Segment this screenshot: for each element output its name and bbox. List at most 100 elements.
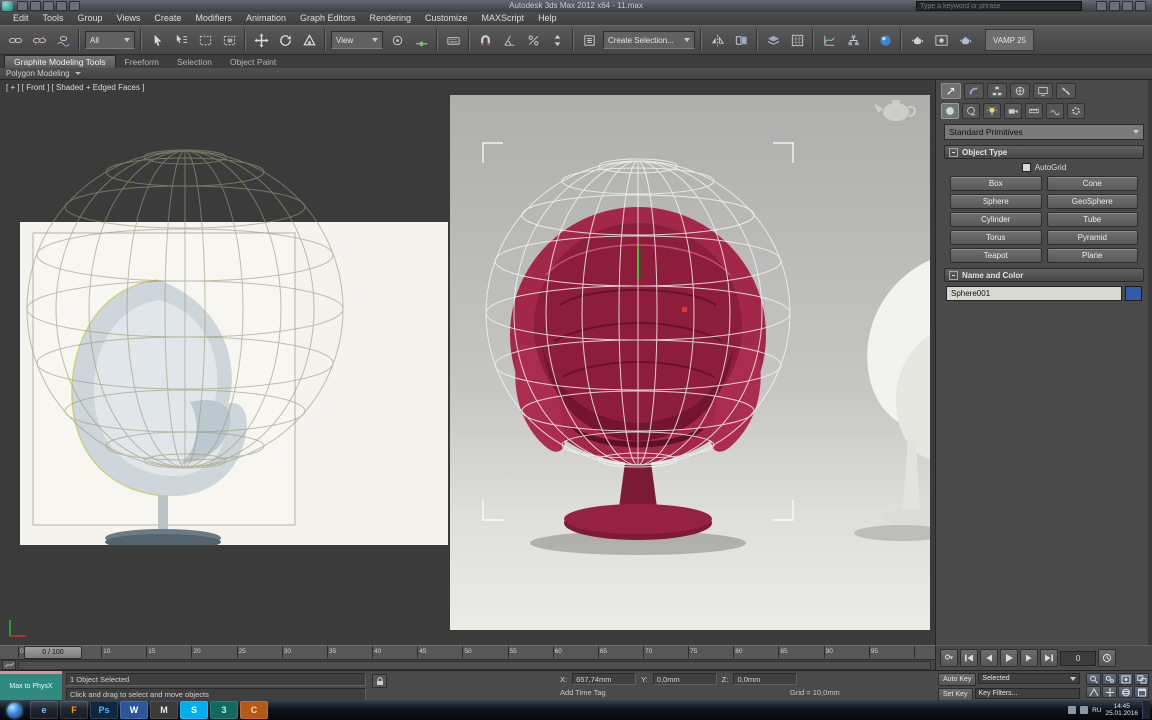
spinner-snap-icon[interactable] [546,29,568,51]
helpers-category-icon[interactable] [1025,103,1043,119]
angle-snap-icon[interactable] [498,29,520,51]
zoom-extents-icon[interactable] [1118,673,1133,685]
ribbon-panel-polygon-modeling[interactable]: Polygon Modeling [0,68,1152,80]
go-to-start-button[interactable] [960,649,978,667]
layer-manager-icon[interactable] [762,29,784,51]
menu-edit[interactable]: Edit [6,12,36,25]
select-and-manipulate-icon[interactable] [410,29,432,51]
named-selection-dropdown[interactable]: Create Selection... [603,31,695,49]
reference-coordinate-dropdown[interactable]: View [331,31,383,49]
zoom-extents-all-icon[interactable] [1134,673,1149,685]
menu-rendering[interactable]: Rendering [363,12,419,25]
taskbar-app-word[interactable]: W [120,701,148,719]
x-coordinate-field[interactable]: 657,74mm [572,673,637,685]
box-button[interactable]: Box [950,176,1042,191]
utilities-tab-icon[interactable] [1056,83,1076,99]
select-and-scale-icon[interactable] [298,29,320,51]
primitives-category-dropdown[interactable]: Standard Primitives [944,124,1144,140]
shapes-category-icon[interactable] [962,103,980,119]
plane-button[interactable]: Plane [1046,248,1138,263]
named-selection-sets-icon[interactable] [578,29,600,51]
taskbar-app-browser[interactable]: e [30,701,58,719]
y-coordinate-field[interactable]: 0,0mm [652,673,717,685]
current-frame-field[interactable]: 0 [1060,650,1096,666]
snaps-toggle-icon[interactable] [474,29,496,51]
start-button[interactable] [7,702,22,718]
app-logo-icon[interactable] [2,1,13,11]
taskbar-app-firefox[interactable]: F [60,701,88,719]
orbit-icon[interactable] [1118,686,1133,698]
object-name-field[interactable]: Sphere001 [946,286,1122,301]
infocenter-search-input[interactable] [916,1,1082,11]
taskbar-app-photoshop[interactable]: Ps [90,701,118,719]
tab-object-paint[interactable]: Object Paint [221,56,285,68]
percent-snap-icon[interactable] [522,29,544,51]
play-button[interactable] [1000,649,1018,667]
add-time-tag[interactable]: Add Time Tag [560,688,606,697]
new-file-icon[interactable] [17,1,28,11]
render-production-icon[interactable] [954,29,976,51]
tray-volume-icon[interactable] [1068,706,1077,714]
geosphere-button[interactable]: GeoSphere [1046,194,1138,209]
display-tab-icon[interactable] [1033,83,1053,99]
taskbar-app-3dsmax[interactable]: 3 [210,701,238,719]
tab-freeform[interactable]: Freeform [116,56,168,68]
menu-tools[interactable]: Tools [36,12,71,25]
open-file-icon[interactable] [30,1,41,11]
menu-modifiers[interactable]: Modifiers [188,12,239,25]
key-mode-dropdown[interactable]: Selected [978,673,1080,684]
object-color-swatch[interactable] [1125,286,1142,301]
menu-create[interactable]: Create [147,12,188,25]
help-icon[interactable] [1135,1,1146,11]
field-of-view-icon[interactable] [1086,686,1101,698]
taskbar-app-skype[interactable]: S [180,701,208,719]
command-panel-scrollbar[interactable] [1148,80,1152,645]
use-pivot-center-icon[interactable] [386,29,408,51]
systems-category-icon[interactable] [1067,103,1085,119]
cylinder-button[interactable]: Cylinder [950,212,1042,227]
keyboard-override-icon[interactable] [442,29,464,51]
viewport-label[interactable]: [ + ] [ Front ] [ Shaded + Edged Faces ] [6,83,144,92]
menu-views[interactable]: Views [110,12,148,25]
tray-network-icon[interactable] [1080,706,1089,714]
cone-button[interactable]: Cone [1046,176,1138,191]
hierarchy-tab-icon[interactable] [987,83,1007,99]
unlink-selection-icon[interactable] [28,29,50,51]
show-desktop-button[interactable] [1142,701,1150,719]
maximize-viewport-icon[interactable] [1134,686,1149,698]
mini-curve-editor-button[interactable] [2,660,16,670]
search-icon[interactable] [1096,1,1107,11]
select-by-name-icon[interactable] [170,29,192,51]
select-and-move-icon[interactable] [250,29,272,51]
autogrid-checkbox[interactable] [1021,163,1031,172]
language-indicator[interactable]: RU [1092,707,1101,714]
key-filters-button[interactable]: Key Filters... [974,688,1080,699]
torus-button[interactable]: Torus [950,230,1042,245]
menu-customize[interactable]: Customize [418,12,475,25]
time-slider-handle[interactable]: 0 / 100 [24,646,82,659]
modify-tab-icon[interactable] [964,83,984,99]
go-to-end-button[interactable] [1040,649,1058,667]
select-and-link-icon[interactable] [4,29,26,51]
next-frame-button[interactable] [1020,649,1038,667]
geometry-category-icon[interactable] [941,103,959,119]
material-editor-icon[interactable] [874,29,896,51]
tab-graphite-modeling-tools[interactable]: Graphite Modeling Tools [4,55,116,68]
cameras-category-icon[interactable] [1004,103,1022,119]
selection-filter-dropdown[interactable]: All [85,31,135,49]
rendered-frame-window-icon[interactable] [930,29,952,51]
menu-maxscript[interactable]: MAXScript [475,12,532,25]
curve-editor-icon[interactable] [818,29,840,51]
toolbar-plugin-label[interactable]: VAMP 25 [985,29,1035,51]
align-icon[interactable] [730,29,752,51]
select-object-icon[interactable] [146,29,168,51]
bind-to-spacewarp-icon[interactable] [52,29,74,51]
menu-animation[interactable]: Animation [239,12,293,25]
graphite-toggle-icon[interactable] [786,29,808,51]
spacewarps-category-icon[interactable] [1046,103,1064,119]
taskbar-clock[interactable]: 14:45 25.01.2016 [1105,703,1138,718]
zoom-icon[interactable] [1086,673,1101,685]
menu-graph-editors[interactable]: Graph Editors [293,12,363,25]
pyramid-button[interactable]: Pyramid [1046,230,1138,245]
tab-selection[interactable]: Selection [168,56,221,68]
